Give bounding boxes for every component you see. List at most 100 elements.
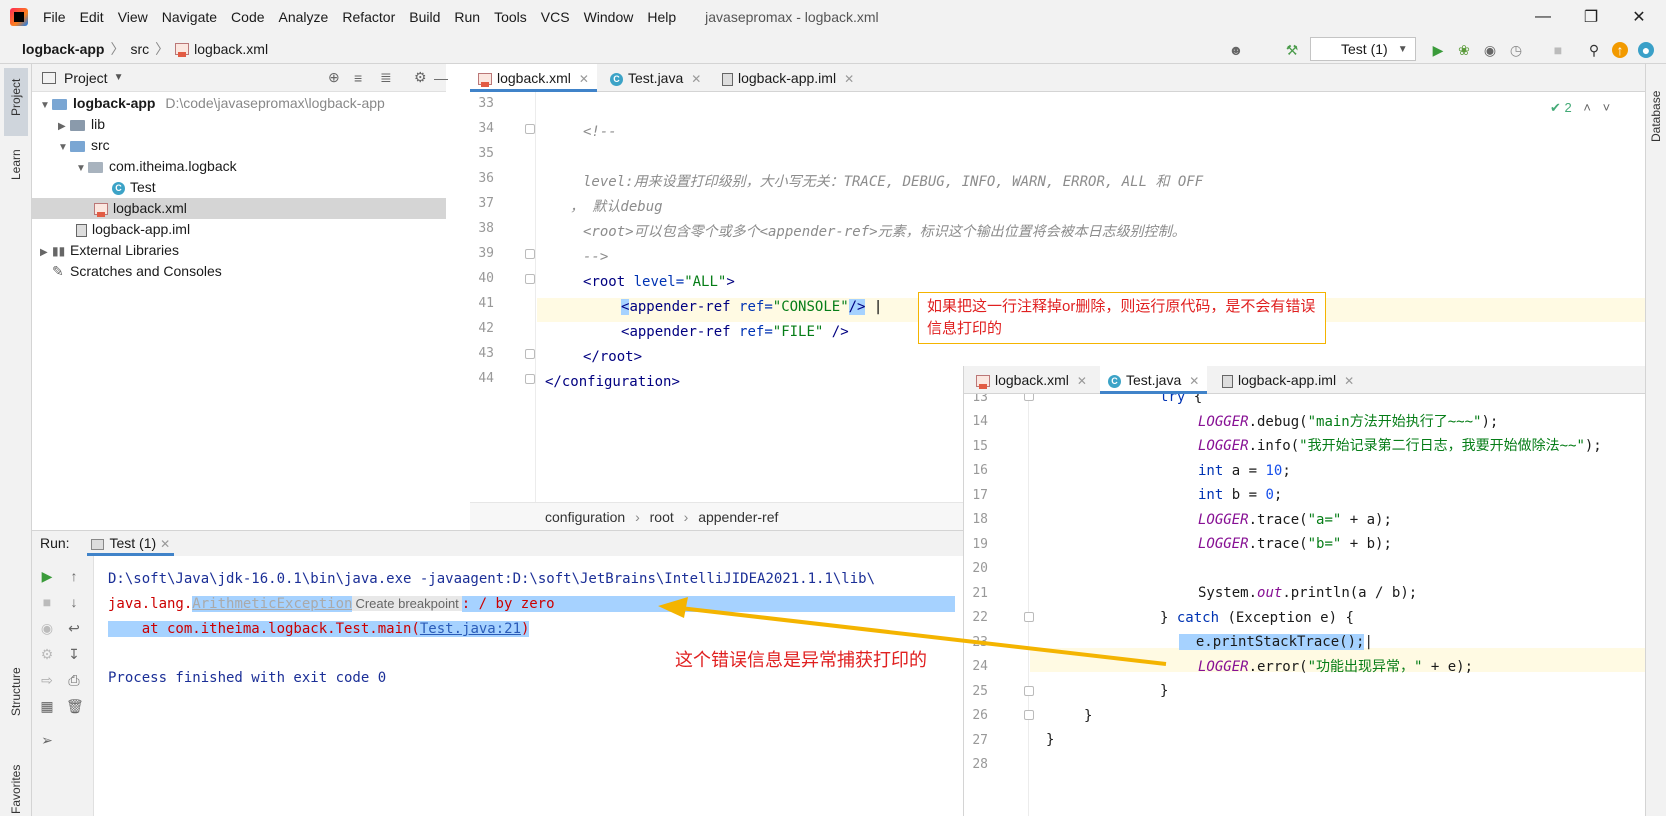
fold-marker-icon[interactable] [525, 274, 535, 284]
chevron-down-icon[interactable]: ▼ [76, 158, 88, 179]
menu-edit[interactable]: Edit [73, 0, 111, 34]
menu-build[interactable]: Build [402, 0, 447, 34]
menu-analyze[interactable]: Analyze [272, 0, 336, 34]
chevron-down-icon[interactable]: ▼ [114, 72, 124, 83]
menu-refactor[interactable]: Refactor [335, 0, 402, 34]
close-window-button[interactable]: ✕ [1616, 0, 1662, 34]
exception-class-link[interactable]: ArithmeticException [192, 596, 353, 612]
menu-help[interactable]: Help [640, 0, 683, 34]
close-tab-icon[interactable]: ✕ [844, 72, 854, 86]
close-tab-icon[interactable]: ✕ [1189, 374, 1199, 388]
breadcrumb-item[interactable]: root [650, 509, 674, 525]
maximize-button[interactable]: ❐ [1568, 0, 1614, 34]
arrow-up-icon[interactable]: ↑ [66, 568, 82, 584]
fold-marker-icon[interactable] [525, 374, 535, 384]
close-tab-icon[interactable]: ✕ [579, 72, 589, 86]
toolbox-icon[interactable]: ● [1638, 42, 1654, 58]
database-tool-label[interactable]: Database [1649, 91, 1663, 142]
stop-icon[interactable]: ■ [39, 594, 55, 610]
close-tab-icon[interactable]: ✕ [160, 537, 170, 551]
run-configuration-select[interactable]: Test (1) ▼ [1310, 37, 1416, 61]
camera-icon[interactable]: ◉ [39, 620, 55, 636]
rerun-icon[interactable]: ▶ [39, 568, 55, 584]
tab-logback-app-iml[interactable]: logback-app.iml ✕ [1214, 366, 1362, 394]
search-icon[interactable]: ⚲ [1586, 42, 1602, 58]
run-icon[interactable]: ▶ [1430, 42, 1446, 58]
menu-window[interactable]: Window [577, 0, 641, 34]
exit-icon[interactable]: ⇨ [39, 672, 55, 688]
tab-test-java[interactable]: C Test.java ✕ [1100, 366, 1208, 394]
inspection-widget[interactable]: ✔ 2 ˄ ˅ [1550, 100, 1610, 116]
learn-tool-label[interactable]: Learn [9, 149, 23, 180]
tab-run-test[interactable]: Test (1) ✕ [87, 535, 175, 556]
debug-bug-icon[interactable]: ❀ [1456, 42, 1472, 58]
menu-file[interactable]: File [36, 0, 73, 34]
tree-item-package[interactable]: ▼ com.itheima.logback [32, 156, 446, 177]
favorites-tool-label[interactable]: Favorites [9, 765, 23, 814]
tree-item-lib[interactable]: ▶ lib [32, 114, 446, 135]
fold-marker-icon[interactable] [1024, 612, 1034, 622]
close-tab-icon[interactable]: ✕ [1344, 374, 1354, 388]
print-icon[interactable]: ⎙ [66, 672, 82, 688]
chevron-right-icon[interactable]: ▶ [40, 242, 52, 263]
pin-icon[interactable]: ➢ [39, 732, 55, 748]
minimize-button[interactable]: — [1520, 0, 1566, 34]
chevron-up-icon[interactable]: ˄ [1583, 100, 1591, 115]
breadcrumb-project[interactable]: logback-app [22, 41, 104, 57]
breadcrumb-file[interactable]: logback.xml [194, 41, 268, 57]
tree-item-src[interactable]: ▼ src [32, 135, 446, 156]
layout-icon[interactable]: ▦ [39, 698, 55, 714]
breadcrumb-item[interactable]: appender-ref [698, 509, 778, 525]
coverage-icon[interactable]: ◉ [1482, 42, 1498, 58]
settings-icon[interactable]: ⚙ [39, 646, 55, 662]
project-tool-label[interactable]: Project [9, 79, 23, 116]
close-tab-icon[interactable]: ✕ [1077, 374, 1087, 388]
hide-panel-icon[interactable]: — [434, 70, 448, 86]
user-icon[interactable]: ☻ [1228, 42, 1244, 58]
arrow-down-icon[interactable]: ↓ [66, 594, 82, 610]
fold-marker-icon[interactable] [525, 249, 535, 259]
soft-wrap-icon[interactable]: ↩ [66, 620, 82, 636]
breadcrumb-src[interactable]: src [130, 41, 149, 57]
tab-logback-xml[interactable]: logback.xml ✕ [968, 366, 1095, 394]
breadcrumb-item[interactable]: configuration [545, 509, 625, 525]
collapse-all-icon[interactable]: ≣ [380, 69, 392, 86]
project-panel-title[interactable]: Project [64, 70, 108, 86]
fold-marker-icon[interactable] [1024, 394, 1034, 401]
fold-marker-icon[interactable] [525, 124, 535, 134]
menu-tools[interactable]: Tools [487, 0, 534, 34]
fold-marker-icon[interactable] [1024, 686, 1034, 696]
expand-all-icon[interactable]: ≡ [354, 70, 362, 86]
tree-item-logback-app[interactable]: ▼ logback-app D:\code\javasepromax\logbac… [32, 93, 446, 114]
create-breakpoint-chip[interactable]: Create breakpoint [352, 596, 462, 611]
chevron-down-icon[interactable]: ˅ [1603, 100, 1611, 115]
menu-run[interactable]: Run [447, 0, 487, 34]
profiler-icon[interactable]: ◷ [1508, 42, 1524, 58]
stop-icon[interactable]: ■ [1550, 42, 1566, 58]
stacktrace-link[interactable]: Test.java:21 [419, 621, 522, 637]
tree-item-external-libraries[interactable]: ▶ ▮▮ External Libraries [32, 240, 446, 261]
menu-navigate[interactable]: Navigate [155, 0, 224, 34]
trash-icon[interactable]: 🗑 [66, 698, 84, 714]
menu-vcs[interactable]: VCS [534, 0, 577, 34]
fold-marker-icon[interactable] [525, 349, 535, 359]
scroll-to-end-icon[interactable]: ↧ [66, 646, 82, 662]
chevron-down-icon[interactable]: ▼ [58, 137, 70, 158]
gear-icon[interactable]: ⚙ [414, 69, 427, 86]
update-icon[interactable]: ↑ [1612, 42, 1628, 58]
chevron-right-icon[interactable]: ▶ [58, 116, 70, 137]
menu-code[interactable]: Code [224, 0, 271, 34]
menu-view[interactable]: View [111, 0, 155, 34]
tab-logback-xml[interactable]: logback.xml ✕ [470, 64, 597, 92]
console-output[interactable]: D:\soft\Java\jdk-16.0.1\bin\java.exe -ja… [94, 556, 963, 816]
java-editor[interactable]: 13 14 15 16 17 18 19 20 21 22 23 24 25 2… [963, 394, 1645, 816]
close-tab-icon[interactable]: ✕ [691, 72, 701, 86]
chevron-down-icon[interactable]: ▼ [40, 95, 52, 116]
structure-tool-label[interactable]: Structure [9, 667, 23, 716]
build-hammer-icon[interactable]: ⚒ [1284, 42, 1300, 58]
tab-test-java[interactable]: C Test.java ✕ [602, 64, 709, 92]
tree-item-iml[interactable]: logback-app.iml [32, 219, 446, 240]
tree-item-test[interactable]: C Test [32, 177, 446, 198]
locate-icon[interactable]: ⊕ [328, 69, 340, 86]
fold-marker-icon[interactable] [1024, 710, 1034, 720]
